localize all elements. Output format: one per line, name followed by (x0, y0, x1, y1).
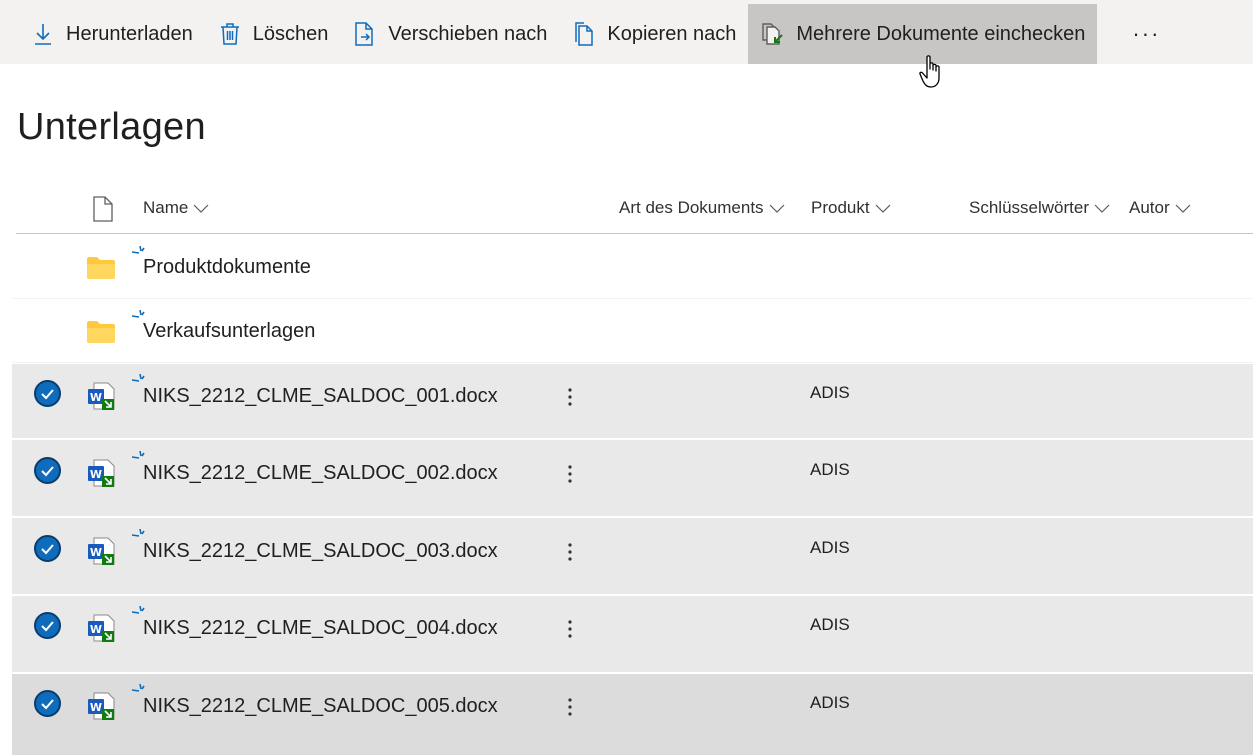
row-checkbox[interactable] (34, 380, 61, 407)
download-button[interactable]: Herunterladen (18, 4, 205, 64)
chevron-down-icon (193, 204, 209, 213)
svg-text:W: W (90, 546, 102, 559)
delete-button[interactable]: Löschen (205, 4, 341, 64)
delete-label: Löschen (252, 22, 329, 45)
file-name[interactable]: NIKS_2212_CLME_SALDOC_004.docx (143, 617, 498, 640)
row-checkbox[interactable] (34, 457, 61, 484)
product-value: ADIS (810, 383, 850, 402)
folder-icon (87, 257, 115, 279)
column-header-product[interactable]: Produkt (811, 198, 891, 218)
move-to-button[interactable]: Verschieben nach (340, 4, 559, 64)
page-title: Unterlagen (17, 106, 206, 148)
more-icon: ··· (1132, 21, 1161, 46)
file-type-icon (93, 196, 113, 222)
folder-name[interactable]: Produktdokumente (143, 256, 311, 279)
folder-icon (87, 321, 115, 343)
chevron-down-icon (875, 204, 891, 213)
table-row[interactable]: W NIKS_2212_CLME_SALDOC_004.docx ADIS (12, 596, 1253, 673)
column-header-name[interactable]: Name (143, 198, 209, 218)
word-file-icon: W (88, 382, 115, 410)
chevron-down-icon (1094, 204, 1110, 213)
checkin-label: Mehrere Dokumente einchecken (796, 22, 1086, 45)
folder-row[interactable]: Produktdokumente (12, 235, 1253, 299)
word-file-icon: W (88, 692, 115, 720)
file-name[interactable]: NIKS_2212_CLME_SALDOC_003.docx (143, 540, 498, 563)
file-name[interactable]: NIKS_2212_CLME_SALDOC_005.docx (143, 695, 498, 718)
table-row[interactable]: W NIKS_2212_CLME_SALDOC_005.docx ADIS (12, 674, 1253, 756)
more-options-button[interactable] (558, 615, 582, 643)
file-name[interactable]: NIKS_2212_CLME_SALDOC_002.docx (143, 462, 498, 485)
checkmark-icon (41, 543, 54, 554)
move-label: Verschieben nach (388, 22, 548, 45)
more-options-button[interactable] (558, 383, 582, 411)
word-file-icon: W (88, 459, 115, 487)
product-value: ADIS (810, 538, 850, 557)
download-label: Herunterladen (66, 22, 193, 45)
move-icon (352, 21, 378, 47)
row-checkbox[interactable] (34, 612, 61, 639)
word-file-icon: W (88, 537, 115, 565)
table-row[interactable]: W NIKS_2212_CLME_SALDOC_003.docx ADIS (12, 518, 1253, 595)
file-name[interactable]: NIKS_2212_CLME_SALDOC_001.docx (143, 385, 498, 408)
more-options-button[interactable] (558, 460, 582, 488)
row-checkbox[interactable] (34, 690, 61, 717)
checkmark-icon (41, 388, 54, 399)
list-header: Name Art des Dokuments Produkt Schlüssel… (16, 186, 1253, 234)
row-checkbox[interactable] (34, 535, 61, 562)
more-options-button[interactable] (558, 693, 582, 721)
product-value: ADIS (810, 460, 850, 479)
vertical-ellipsis-icon (568, 388, 572, 406)
more-options-button[interactable] (558, 538, 582, 566)
svg-text:W: W (90, 468, 102, 481)
table-row[interactable]: W NIKS_2212_CLME_SALDOC_002.docx ADIS (12, 440, 1253, 517)
command-bar: Herunterladen Löschen Verschieben nach K… (0, 0, 1253, 64)
product-value: ADIS (810, 615, 850, 634)
vertical-ellipsis-icon (568, 620, 572, 638)
checkin-icon (760, 21, 786, 47)
chevron-down-icon (769, 204, 784, 213)
chevron-down-icon (1175, 204, 1191, 213)
column-header-author[interactable]: Autor (1129, 198, 1191, 218)
svg-text:W: W (90, 391, 102, 404)
svg-text:W: W (90, 623, 102, 636)
copy-label: Kopieren nach (607, 22, 737, 45)
checkmark-icon (41, 620, 54, 631)
more-actions-button[interactable]: ··· (1118, 4, 1174, 64)
word-file-icon: W (88, 614, 115, 642)
trash-icon (217, 21, 243, 47)
vertical-ellipsis-icon (568, 543, 572, 561)
folder-name[interactable]: Verkaufsunterlagen (143, 320, 315, 343)
copy-to-button[interactable]: Kopieren nach (559, 4, 748, 64)
checkmark-icon (41, 465, 54, 476)
download-icon (30, 21, 56, 47)
copy-icon (571, 21, 597, 47)
vertical-ellipsis-icon (568, 465, 572, 483)
checkmark-icon (41, 698, 54, 709)
column-header-doc-type[interactable]: Art des Dokuments (619, 198, 785, 218)
column-header-keywords[interactable]: Schlüsselwörter (969, 198, 1110, 218)
vertical-ellipsis-icon (568, 698, 572, 716)
svg-text:W: W (90, 701, 102, 714)
folder-row[interactable]: Verkaufsunterlagen (12, 299, 1253, 363)
hand-cursor-icon (919, 55, 940, 88)
table-row[interactable]: W NIKS_2212_CLME_SALDOC_001.docx ADIS (12, 364, 1253, 439)
product-value: ADIS (810, 693, 850, 712)
